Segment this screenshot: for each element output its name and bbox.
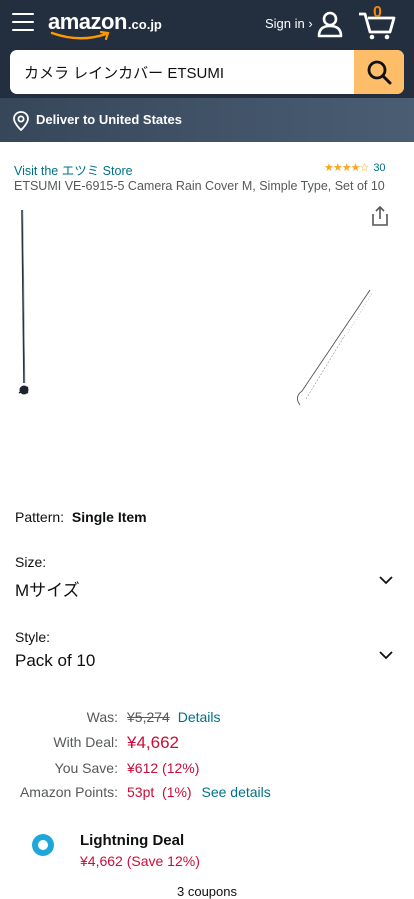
style-dropdown[interactable]: Style: Pack of 10 <box>15 629 399 679</box>
pattern-label: Pattern: <box>15 509 65 525</box>
lightning-deal-price: ¥4,662 (Save 12%) <box>80 853 200 869</box>
lightning-deal-title: Lightning Deal <box>80 832 185 849</box>
size-dropdown[interactable]: Size: Mサイズ <box>15 554 399 604</box>
top-navigation-bar: amazon.co.jp Sign in › 0 <box>0 0 414 46</box>
coupons-link[interactable]: 3 coupons <box>0 884 414 899</box>
chevron-down-icon <box>379 651 393 660</box>
product-title: ETSUMI VE-6915-5 Camera Rain Cover M, Si… <box>14 179 385 193</box>
pattern-selector: Pattern: Single Item <box>15 509 147 525</box>
was-label: Was: <box>86 709 118 725</box>
points-label: Amazon Points: <box>19 784 118 800</box>
rating-count: 30 <box>373 161 386 174</box>
rating-summary[interactable]: ★★★★☆ 30 <box>324 161 386 175</box>
style-label: Style: <box>15 629 51 645</box>
points-value: 53pt (1%) <box>127 784 192 800</box>
location-pin-icon <box>13 111 29 131</box>
lightning-deal-radio[interactable] <box>32 834 54 856</box>
size-value: Mサイズ <box>15 581 80 600</box>
size-label: Size: <box>15 554 47 570</box>
visit-store-link[interactable]: Visit the エツミ Store <box>14 160 133 179</box>
deal-label: With Deal: <box>53 734 118 750</box>
deliver-to-bar[interactable]: Deliver to United States <box>0 98 414 142</box>
was-price: ¥5,274 <box>127 709 170 725</box>
search-input[interactable] <box>10 50 354 94</box>
product-image[interactable] <box>10 205 380 420</box>
points-details-link[interactable]: See details <box>201 784 270 800</box>
style-value: Pack of 10 <box>15 651 96 670</box>
price-details-link[interactable]: Details <box>178 709 221 725</box>
deliver-to-text: Deliver to United States <box>36 112 182 127</box>
pattern-value: Single Item <box>71 509 147 525</box>
smile-arrow-icon <box>50 31 110 41</box>
user-icon[interactable] <box>316 10 344 38</box>
save-amount: ¥612 (12%) <box>127 760 200 776</box>
chevron-down-icon <box>379 576 393 585</box>
amazon-logo[interactable]: amazon.co.jp <box>48 9 162 41</box>
menu-icon[interactable] <box>12 13 34 31</box>
cart-count-badge: 0 <box>373 4 382 21</box>
sign-in-link[interactable]: Sign in › <box>265 16 313 31</box>
share-icon[interactable] <box>370 205 390 227</box>
search-button[interactable] <box>354 50 404 94</box>
search-box <box>10 50 404 94</box>
deal-price: ¥4,662 <box>127 733 179 752</box>
save-label: You Save: <box>54 760 118 776</box>
search-icon <box>367 60 392 85</box>
logo-suffix: .co.jp <box>127 17 162 32</box>
star-rating-icon: ★★★★☆ <box>324 162 369 174</box>
